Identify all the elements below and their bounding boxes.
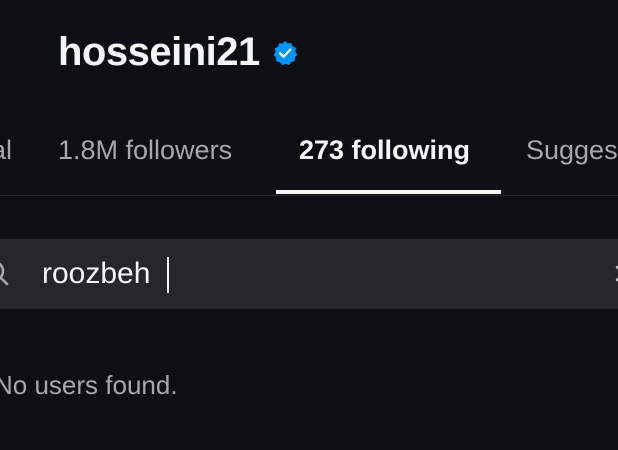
profile-header: hosseini21 bbox=[58, 28, 298, 76]
tabs-divider bbox=[0, 195, 618, 196]
tab-mutual[interactable]: Mutual bbox=[0, 120, 12, 196]
tab-suggested[interactable]: Suggested bbox=[526, 120, 618, 196]
search-icon bbox=[0, 262, 9, 286]
text-cursor bbox=[167, 257, 169, 293]
tab-followers[interactable]: 1.8M followers bbox=[58, 120, 232, 196]
profile-username: hosseini21 bbox=[58, 30, 260, 74]
following-list-screen: hosseini21 Mutual 1.8M followers 273 fol… bbox=[0, 0, 618, 450]
clear-icon[interactable] bbox=[610, 258, 618, 288]
empty-results-message: No users found. bbox=[0, 370, 178, 400]
search-input[interactable] bbox=[42, 250, 582, 298]
active-tab-indicator bbox=[276, 190, 501, 194]
relationship-tabs: Mutual 1.8M followers 273 following Sugg… bbox=[0, 120, 618, 196]
verified-badge-icon bbox=[273, 40, 297, 66]
tab-following[interactable]: 273 following bbox=[299, 120, 470, 196]
